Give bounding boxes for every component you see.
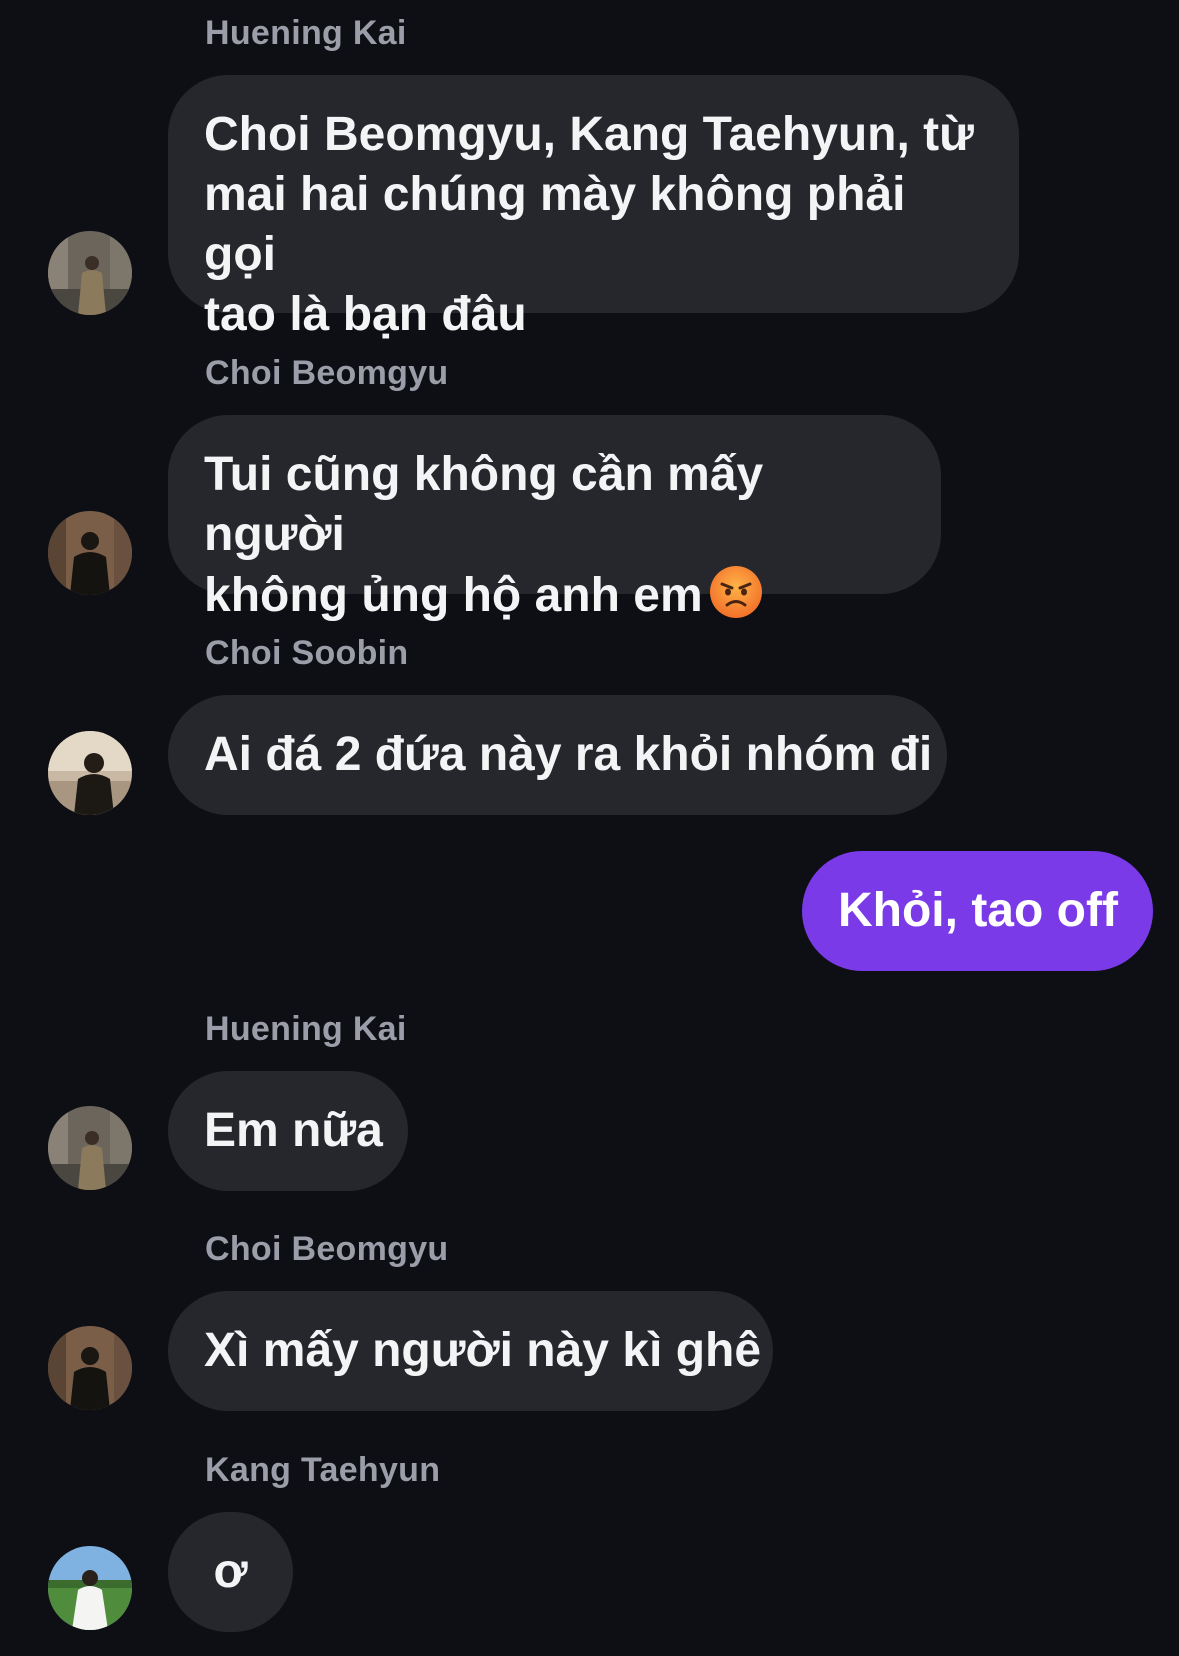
avatar-choi-beomgyu-icon[interactable] [48, 511, 132, 595]
sender-name: Choi Soobin [205, 634, 409, 672]
message-text-line: Choi Beomgyu, Kang Taehyun, từ [204, 108, 974, 161]
avatar-huening-kai-icon[interactable] [48, 1106, 132, 1190]
message-text-line: không ủng hộ anh em [204, 569, 703, 622]
message-bubble[interactable]: Tui cũng không cần mấy người không ủng h… [168, 415, 941, 622]
sender-name: Huening Kai [205, 14, 407, 52]
chat-thread[interactable]: Huening Kai Choi Beomgyu, Kang Taehyun, … [0, 0, 1179, 1656]
message-text-line-with-emoji: không ủng hộ anh em [204, 565, 905, 626]
avatar-huening-kai-icon[interactable] [48, 231, 132, 315]
sender-name: Choi Beomgyu [205, 1230, 449, 1268]
message-bubble[interactable]: ơ [168, 1512, 293, 1632]
avatar-kang-taehyun-icon[interactable] [48, 1546, 132, 1630]
message-bubble[interactable]: Ai đá 2 đứa này ra khỏi nhóm đi [168, 695, 947, 815]
angry-face-emoji-icon [709, 566, 762, 618]
message-bubble[interactable]: Em nữa [168, 1071, 408, 1191]
message-bubble[interactable]: Choi Beomgyu, Kang Taehyun, từ mai hai c… [168, 75, 1019, 341]
message-text-line: tao là bạn đâu [204, 288, 527, 341]
message-text-line: Tui cũng không cần mấy người [204, 448, 764, 561]
sender-name: Kang Taehyun [205, 1451, 441, 1489]
message-bubble[interactable]: Xì mấy người này kì ghê [168, 1291, 773, 1411]
message-text-line: mai hai chúng mày không phải gọi [204, 168, 906, 281]
sender-name: Huening Kai [205, 1010, 407, 1048]
own-message-bubble[interactable]: Khỏi, tao off [802, 851, 1153, 971]
avatar-choi-soobin-icon[interactable] [48, 731, 132, 815]
sender-name: Choi Beomgyu [205, 354, 449, 392]
avatar-choi-beomgyu-icon[interactable] [48, 1326, 132, 1410]
